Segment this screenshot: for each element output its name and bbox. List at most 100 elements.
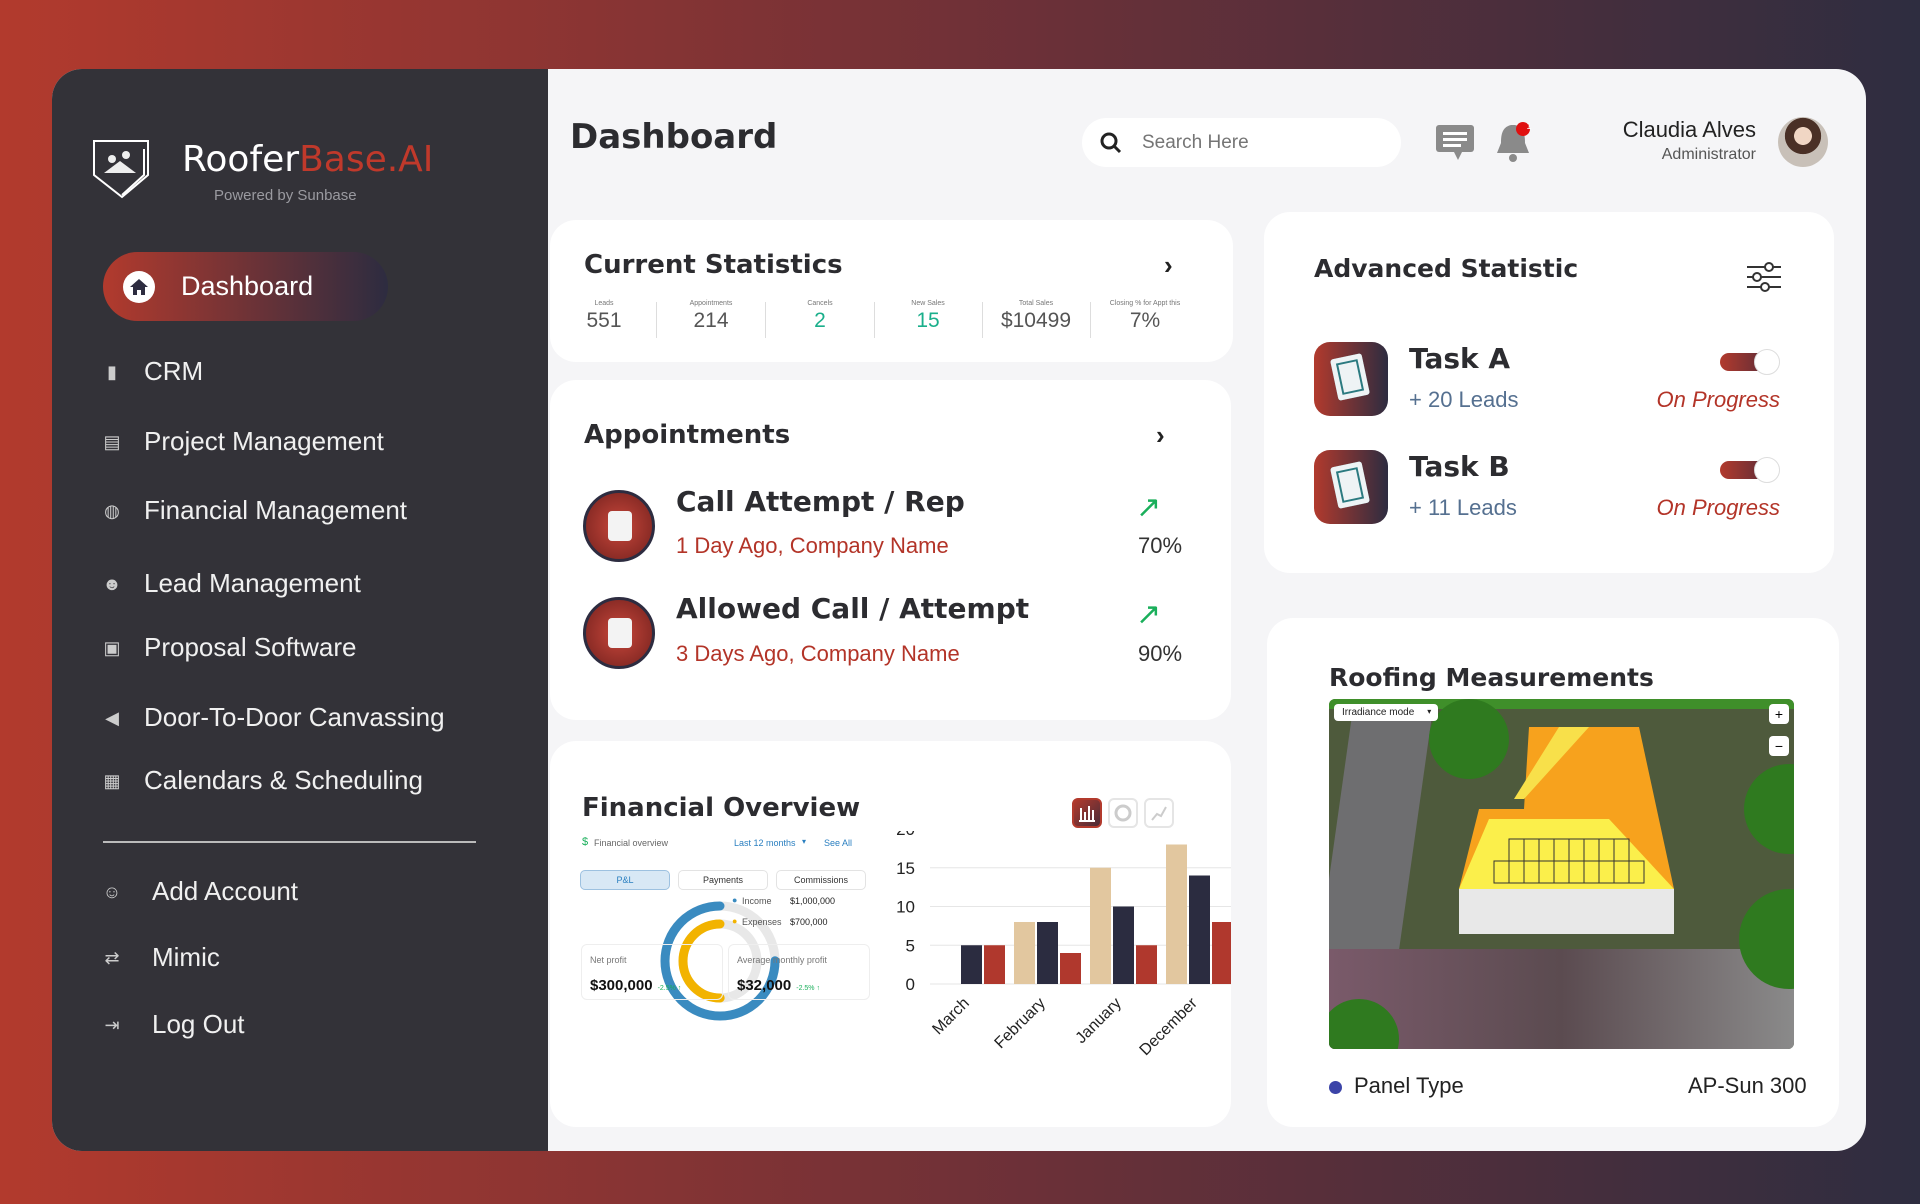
task-leads: + 20 Leads: [1409, 387, 1519, 412]
sidebar-item-crm[interactable]: ▮ CRM: [102, 356, 203, 387]
stat-closing: Closing % for Appt this 7%: [1109, 300, 1181, 332]
home-icon: [123, 270, 155, 303]
sidebar-item-door-to-door[interactable]: ◀ Door-To-Door Canvassing: [102, 702, 444, 733]
tab-pl[interactable]: P&L: [580, 870, 670, 890]
sidebar-item-lead-management[interactable]: ☻ Lead Management: [102, 568, 361, 599]
bar-chart-icon: ▮: [107, 361, 117, 382]
bar-january: [1113, 906, 1134, 984]
document-icon: ▤: [103, 431, 121, 452]
sidebar-item-proposal-software[interactable]: ▣ Proposal Software: [102, 632, 356, 663]
avg-profit-box: Average monthly profit $32,000 -2.5% ↑: [728, 944, 870, 1000]
presentation-icon: ▣: [103, 637, 121, 658]
stat-cancels: Cancels 2: [807, 300, 833, 332]
bar-february: [1037, 922, 1058, 984]
see-all-link[interactable]: See All: [824, 838, 852, 848]
current-statistics-card: Current Statistics › Leads 551 Appointmen…: [550, 220, 1233, 362]
card-title: Advanced Statistic: [1314, 254, 1579, 283]
stat-new-sales: New Sales 15: [911, 300, 945, 332]
tab-payments[interactable]: Payments: [678, 870, 768, 890]
calendar-icon: ▦: [103, 770, 121, 791]
net-profit-box: Net profit $300,000 -2.5% ↑: [581, 944, 723, 1000]
add-account-button[interactable]: ☺ Add Account: [102, 876, 298, 907]
mimic-button[interactable]: ⇄ Mimic: [102, 942, 219, 973]
appointment-subtitle: 3 Days Ago, Company Name: [676, 641, 960, 666]
brand-name: RooferBase.AI: [182, 139, 434, 180]
sidebar-item-project-management[interactable]: ▤ Project Management: [102, 426, 383, 457]
trend-up-icon: ↗: [1136, 598, 1162, 631]
bar-chart: 0 5 10 15 20 March February JanuaryDecember: [896, 831, 1231, 1059]
task-leads: + 11 Leads: [1409, 495, 1517, 520]
y-tick-label: 5: [906, 936, 915, 955]
stat-total-sales: Total Sales $10499: [1000, 300, 1072, 332]
sidebar-item-dashboard[interactable]: Dashboard: [103, 252, 388, 321]
filter-settings-icon[interactable]: [1745, 262, 1783, 292]
card-title: Roofing Measurements: [1329, 663, 1654, 692]
bar-march: [961, 945, 982, 984]
y-tick-label: 10: [896, 898, 915, 917]
bar-january: [1090, 867, 1111, 984]
x-tick-label: March: [929, 995, 972, 1038]
task-status: On Progress: [1656, 495, 1781, 520]
chat-icon[interactable]: [1436, 125, 1474, 161]
chevron-right-icon[interactable]: ›: [1156, 420, 1165, 451]
app-window: RooferBase.AI Powered by Sunbase Dashboa…: [52, 69, 1866, 1151]
task-icon: [1314, 450, 1388, 524]
swap-icon: ⇄: [104, 947, 120, 968]
panel-type-label: Panel Type: [1354, 1073, 1464, 1098]
legend-dot: ●: [732, 895, 738, 905]
stat-appointments: Appointments 214: [689, 300, 733, 332]
bar-december: [1212, 922, 1231, 984]
irradiance-mode-dropdown[interactable]: Irradiance mode ▾: [1334, 704, 1439, 721]
bar-chart-toggle-button[interactable]: [1072, 798, 1102, 828]
caret-down-icon: ▾: [1427, 707, 1432, 716]
logout-button[interactable]: ⇥ Log Out: [102, 1009, 244, 1040]
y-tick-label: 20: [896, 831, 915, 839]
appointment-percent: 70%: [1138, 533, 1183, 558]
roof-model: [1329, 699, 1794, 1049]
donut-chart-toggle-button[interactable]: [1108, 798, 1138, 828]
sidebar-item-financial-management[interactable]: ◍ Financial Management: [102, 495, 407, 526]
bar-february: [1014, 922, 1035, 984]
card-title: Financial Overview: [582, 793, 861, 823]
tab-commissions[interactable]: Commissions: [776, 870, 866, 890]
period-dropdown[interactable]: Last 12 months: [734, 838, 796, 848]
change: -2.5% ↑: [657, 985, 682, 992]
appointment-title[interactable]: Allowed Call / Attempt: [676, 592, 1029, 625]
zoom-out-button[interactable]: −: [1769, 736, 1789, 756]
x-tick-label: January: [1073, 995, 1125, 1047]
appointment-percent: 90%: [1138, 641, 1183, 666]
search-bar[interactable]: [1082, 118, 1401, 167]
appointment-title[interactable]: Call Attempt / Rep: [676, 485, 965, 518]
search-input[interactable]: [1142, 131, 1382, 154]
bar-february: [1060, 953, 1081, 984]
legend-income: Income: [742, 896, 772, 906]
avatar[interactable]: [1778, 117, 1828, 167]
task-b-toggle[interactable]: [1720, 457, 1780, 483]
line-chart-toggle-button[interactable]: [1144, 798, 1174, 828]
label: Net profit: [590, 955, 627, 965]
bar-december: [1166, 844, 1187, 984]
x-tick-label: December: [1137, 994, 1202, 1059]
change: -2.5% ↑: [796, 985, 820, 992]
legend-dot: ●: [732, 916, 738, 926]
value: $32,000 -2.5% ↑: [737, 977, 820, 994]
logout-icon: ⇥: [104, 1014, 120, 1035]
bar-december: [1189, 875, 1210, 984]
chevron-right-icon[interactable]: ›: [1164, 250, 1173, 281]
bar-january: [1136, 945, 1157, 984]
legend-income-value: $1,000,000: [790, 896, 836, 906]
legend-expenses-value: $700,000: [790, 917, 828, 927]
roofing-measurements-card: Roofing Measurements Irradiance mode ▾ + …: [1267, 618, 1839, 1127]
roof-map[interactable]: Irradiance mode ▾ + −: [1329, 699, 1794, 1049]
panel-type-value: AP-Sun 300: [1688, 1073, 1807, 1098]
y-tick-label: 15: [896, 859, 915, 878]
task-a-toggle[interactable]: [1720, 349, 1780, 375]
zoom-in-button[interactable]: +: [1769, 704, 1789, 724]
notification-badge: 1: [1526, 121, 1532, 131]
document-icon: [583, 597, 655, 669]
user-name: Claudia Alves: [1622, 117, 1756, 142]
add-user-icon: ☺: [102, 881, 122, 902]
y-tick-label: 0: [906, 975, 915, 994]
sidebar-item-calendars[interactable]: ▦ Calendars & Scheduling: [102, 765, 422, 796]
line-chart-icon: [1151, 806, 1167, 821]
